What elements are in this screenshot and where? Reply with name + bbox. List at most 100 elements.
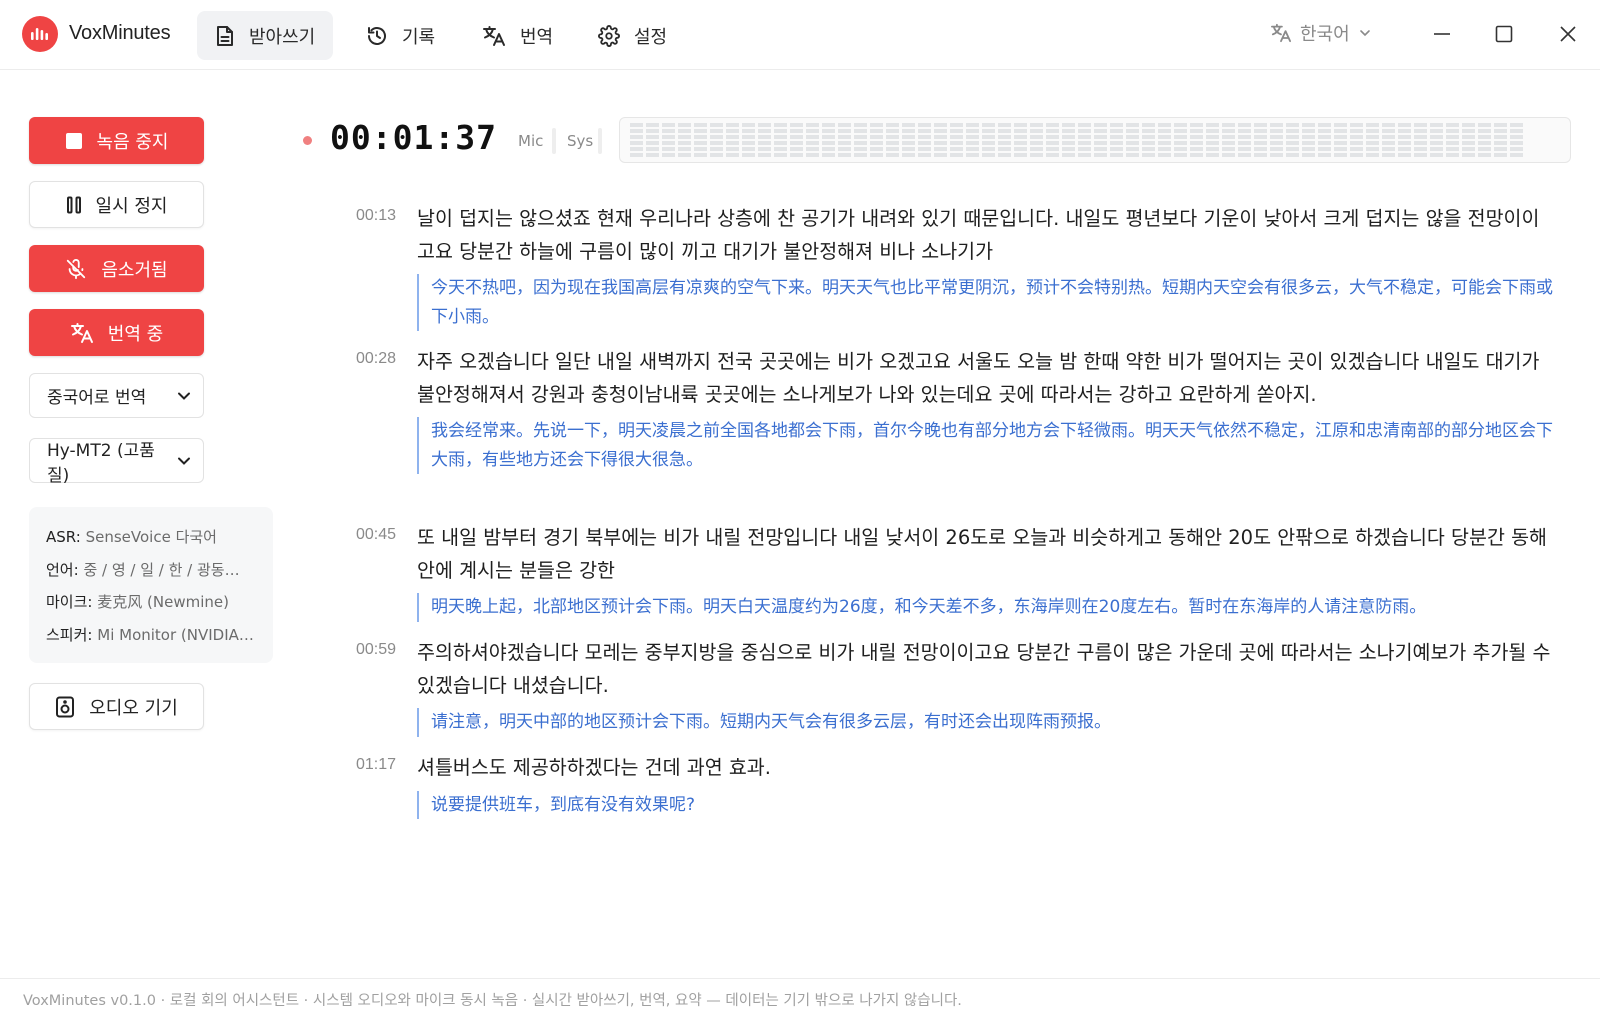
translate-icon — [483, 25, 505, 46]
meter-segment — [1094, 123, 1107, 157]
sys-source-label: Sys — [567, 132, 594, 150]
language-selector-value: 한국어 — [1300, 24, 1350, 45]
meter-segment — [982, 123, 995, 157]
meter-segment — [966, 123, 979, 157]
meter-segment — [742, 123, 755, 157]
target-language-select[interactable]: 중국어로 번역 — [29, 373, 204, 418]
translate-icon — [70, 322, 93, 343]
meter-segment — [998, 123, 1011, 157]
meter-segment — [838, 123, 851, 157]
meter-segment — [1174, 123, 1187, 157]
meter-segment — [1254, 123, 1267, 157]
asr-key: ASR: — [46, 528, 81, 546]
gear-icon — [598, 24, 620, 47]
meter-segment — [758, 123, 771, 157]
meter-segment — [630, 123, 643, 157]
mute-label: 음소거됨 — [101, 259, 168, 281]
meter-segment — [1302, 123, 1315, 157]
entry-translation: 请注意，明天中部的地区预计会下雨。短期内天气会有很多云层，有时还会出现阵雨预报。 — [417, 708, 1556, 737]
language-value: 중 / 영 / 일 / 한 / 광동… — [83, 560, 240, 579]
meter-segment — [1510, 123, 1523, 157]
entry-original-text: 자주 오겠습니다 일단 내일 새벽까지 전국 곳곳에는 비가 오겠고요 서울도 … — [417, 350, 1540, 406]
meter-segment — [902, 123, 915, 157]
footer-status: VoxMinutes v0.1.0 · 로컬 회의 어시스턴트 · 시스템 오디… — [0, 978, 1600, 1018]
entry-translation: 明天晚上起，北部地区预计会下雨。明天白天温度约为26度，和今天差不多，东海岸则在… — [417, 593, 1556, 622]
speaker-info: 스피커: Mi Monitor (NVIDIA… — [46, 619, 258, 652]
tab-settings[interactable]: 설정 — [580, 11, 685, 60]
transcript-entry: 00:45 또 내일 밤부터 경기 북부에는 비가 내릴 전망입니다 내일 낮서… — [356, 522, 1556, 622]
app-logo-icon — [22, 16, 58, 52]
meter-segment — [1158, 123, 1171, 157]
audio-devices-label: 오디오 기기 — [89, 697, 178, 719]
meter-segment — [774, 123, 787, 157]
audio-devices-button[interactable]: 오디오 기기 — [29, 683, 204, 730]
maximize-button[interactable] — [1488, 18, 1520, 50]
model-select[interactable]: Hy-MT2 (고품질) — [29, 438, 204, 486]
meter-segment — [1398, 123, 1411, 157]
entry-timestamp: 00:13 — [356, 207, 397, 224]
translate-icon — [1270, 23, 1291, 43]
pause-label: 일시 정지 — [95, 195, 168, 217]
entry-translation: 说要提供班车，到底有没有效果呢? — [417, 790, 1556, 819]
mic-off-icon — [67, 258, 86, 279]
model-value: Hy-MT2 (고품질) — [47, 440, 155, 486]
chevron-down-icon — [178, 392, 190, 400]
meter-segment — [1366, 123, 1379, 157]
mic-source-label: Mic — [518, 132, 544, 150]
meter-segment — [1110, 123, 1123, 157]
meter-segment — [678, 123, 691, 157]
entry-timestamp: 00:59 — [356, 641, 397, 658]
meter-segment — [1142, 123, 1155, 157]
asr-info: ASR: SenseVoice 다국어 — [46, 521, 258, 554]
entry-timestamp: 00:45 — [356, 526, 397, 543]
meter-segment — [1270, 123, 1283, 157]
meter-segment — [1206, 123, 1219, 157]
meter-segment — [1126, 123, 1139, 157]
transcript-entry: 01:17 셔틀버스도 제공하하겠다는 건데 과연 효과. 说要提供班车，到底有… — [356, 752, 1556, 819]
maximize-icon — [1495, 25, 1513, 43]
meter-segment — [790, 123, 803, 157]
meter-segment — [1414, 123, 1427, 157]
meter-segment — [934, 123, 947, 157]
meter-segment — [822, 123, 835, 157]
close-button[interactable] — [1552, 18, 1584, 50]
meter-segment — [1222, 123, 1235, 157]
meter-segment — [710, 123, 723, 157]
meter-segment — [1078, 123, 1091, 157]
mic-key: 마이크: — [46, 593, 93, 611]
translation-toggle-button[interactable]: 번역 중 — [29, 309, 204, 356]
tab-translate[interactable]: 번역 — [464, 11, 571, 60]
stop-icon — [65, 132, 82, 149]
pause-button[interactable]: 일시 정지 — [29, 181, 204, 228]
meter-segment — [1046, 123, 1059, 157]
minimize-button[interactable] — [1426, 18, 1458, 50]
stop-recording-button[interactable]: 녹음 중지 — [29, 117, 204, 164]
translating-label: 번역 중 — [107, 323, 164, 345]
meter-segment — [870, 123, 883, 157]
meter-segment — [1494, 123, 1507, 157]
mic-info: 마이크: 麦克风 (Newmine) — [46, 586, 258, 619]
meter-segment — [1334, 123, 1347, 157]
tab-history[interactable]: 기록 — [348, 11, 453, 60]
speaker-value: Mi Monitor (NVIDIA… — [97, 625, 254, 644]
language-selector[interactable]: 한국어 — [1270, 20, 1372, 46]
entry-translation: 今天不热吧，因为现在我国高层有凉爽的空气下来。明天天气也比平常更阴沉，预计不会特… — [417, 274, 1556, 331]
meter-segment — [1318, 123, 1331, 157]
entry-original-text: 날이 덥지는 않으셨죠 현재 우리나라 상층에 찬 공기가 내려와 있기 때문입… — [417, 207, 1540, 263]
meter-segment — [1190, 123, 1203, 157]
app-name: VoxMinutes — [69, 22, 171, 44]
speaker-icon — [56, 696, 75, 717]
language-key: 언어: — [46, 560, 79, 579]
meter-segment — [1014, 123, 1027, 157]
tab-transcribe[interactable]: 받아쓰기 — [197, 11, 334, 60]
tab-history-label: 기록 — [402, 26, 436, 48]
entry-original-text: 주의하셔야겠습니다 모레는 중부지방을 중심으로 비가 내릴 전망이이고요 당분… — [417, 641, 1551, 697]
meter-segment — [1286, 123, 1299, 157]
entry-translation: 我会经常来。先说一下，明天凌晨之前全国各地都会下雨，首尔今晚也有部分地方会下轻微… — [417, 417, 1556, 474]
mute-toggle-button[interactable]: 음소거됨 — [29, 245, 204, 292]
tab-transcribe-label: 받아쓰기 — [249, 26, 316, 48]
title-bar: VoxMinutes 받아쓰기 기록 번역 설정 한국어 — [0, 0, 1600, 70]
chevron-down-icon — [178, 457, 191, 465]
close-icon — [1560, 26, 1576, 42]
tab-translate-label: 번역 — [520, 26, 554, 48]
